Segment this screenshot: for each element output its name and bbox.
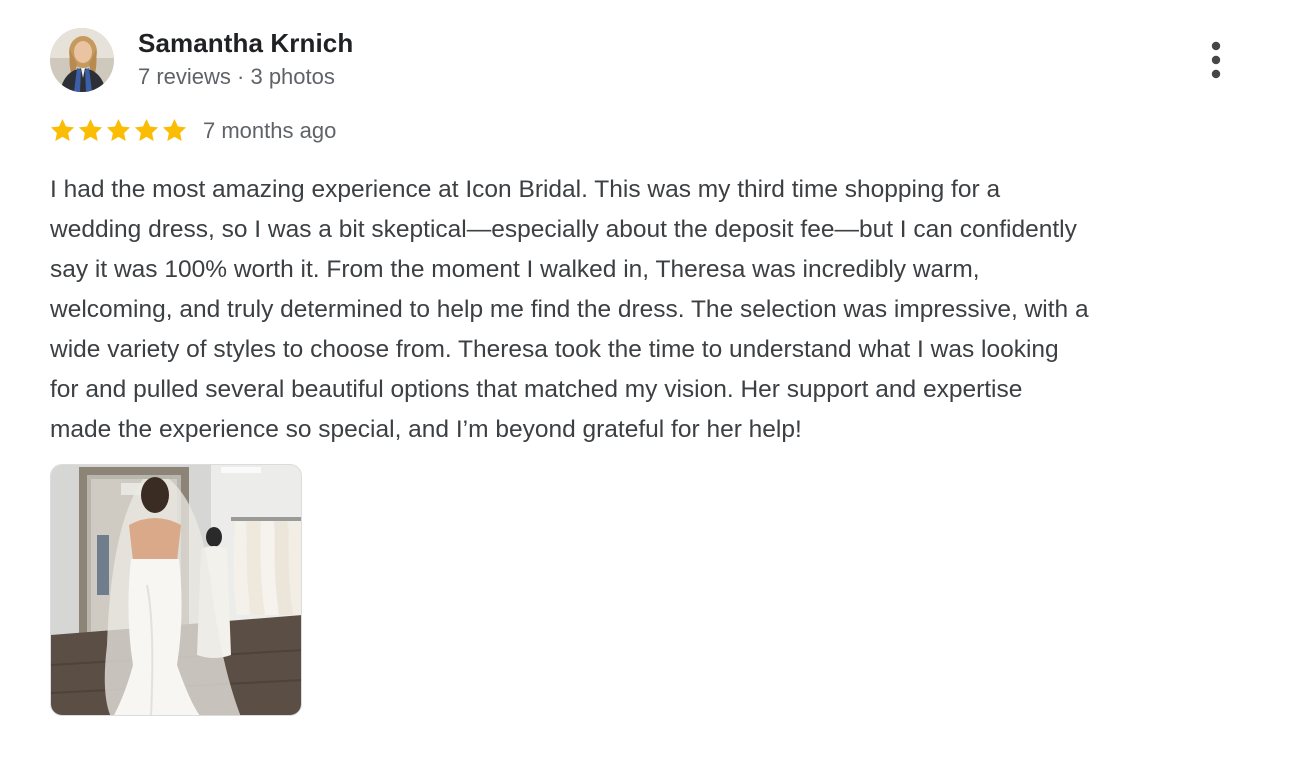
review-text-line: say it was 100% worth it. From the momen…	[50, 256, 980, 283]
more-vert-icon	[1211, 41, 1221, 79]
review-text-line: for and pulled several beautiful options…	[50, 376, 1023, 403]
reviewer-avatar[interactable]	[50, 28, 114, 92]
review-text: I had the most amazing experience at Ico…	[50, 170, 1250, 450]
review-text-line: wide variety of styles to choose from. T…	[50, 336, 1059, 363]
more-options-button[interactable]	[1196, 36, 1236, 84]
review-text-line: made the experience so special, and I’m …	[50, 416, 802, 443]
star-icon	[134, 119, 159, 141]
review-photo[interactable]	[50, 464, 302, 716]
star-icon	[78, 119, 103, 141]
star-icon	[162, 119, 187, 141]
star-icon	[50, 119, 75, 141]
star-rating	[49, 117, 188, 145]
review-card: Samantha Krnich 7 reviews · 3 photos 7 m…	[0, 0, 1304, 762]
review-text-line: I had the most amazing experience at Ico…	[50, 176, 1001, 203]
reviewer-name[interactable]: Samantha Krnich	[138, 28, 353, 59]
star-icon	[106, 119, 131, 141]
review-text-line: wedding dress, so I was a bit skeptical—…	[50, 216, 1077, 243]
review-text-line: welcoming, and truly determined to help …	[50, 296, 1089, 323]
reviewer-meta: 7 reviews · 3 photos	[138, 64, 335, 89]
review-time: 7 months ago	[203, 118, 337, 143]
